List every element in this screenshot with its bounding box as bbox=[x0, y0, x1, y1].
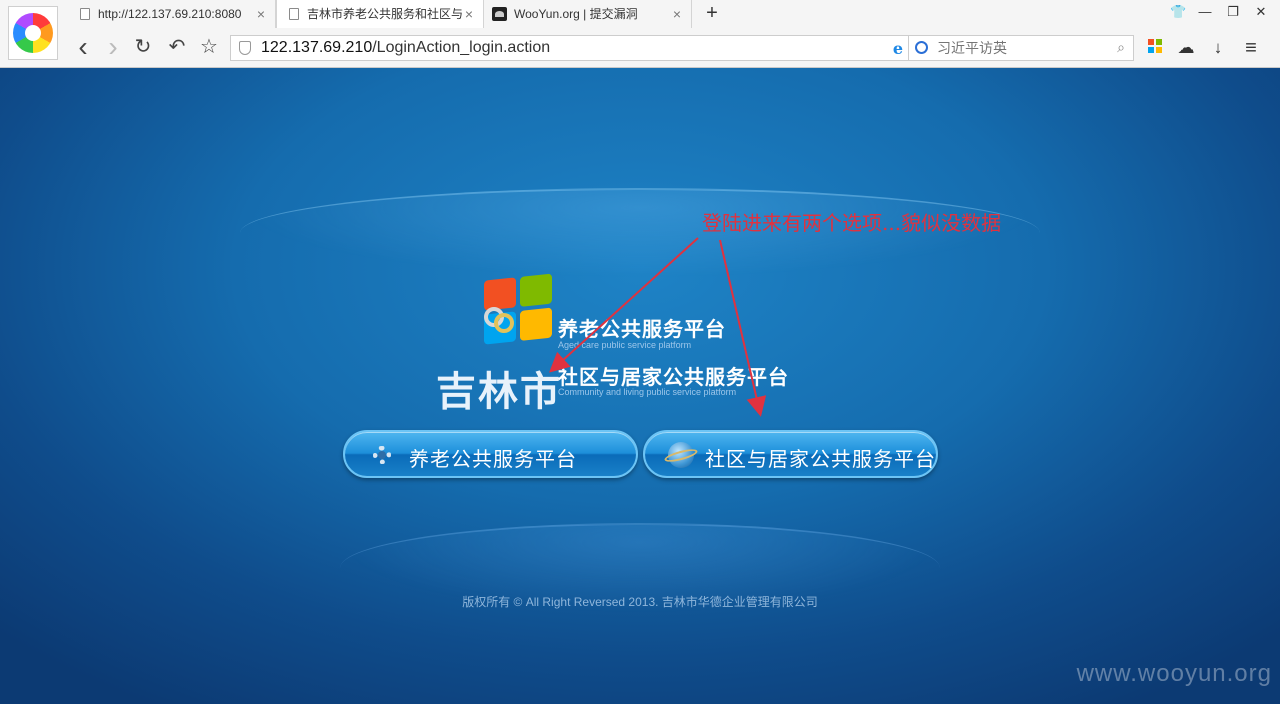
aged-platform-title: 养老公共服务平台 bbox=[558, 317, 726, 341]
wooyun-icon bbox=[492, 7, 507, 21]
flag-piece bbox=[520, 307, 552, 341]
keys-icon bbox=[482, 303, 518, 347]
ie-mode-icon[interactable]: e bbox=[893, 39, 903, 58]
maximize-button[interactable]: ❐ bbox=[1226, 4, 1240, 20]
city-name: 吉林市 bbox=[436, 370, 562, 414]
address-bar[interactable]: 122.137.69.210/LoginAction_login.action … bbox=[230, 35, 956, 61]
tile bbox=[1148, 39, 1154, 45]
search-engine-icon[interactable] bbox=[915, 41, 928, 54]
reload-button[interactable]: ↻ bbox=[130, 34, 156, 62]
favorite-button[interactable]: ☆ bbox=[196, 34, 222, 62]
tile bbox=[1156, 47, 1162, 53]
menu-icon[interactable]: ≡ bbox=[1238, 34, 1264, 62]
aged-care-platform-button[interactable]: 养老公共服务平台 bbox=[343, 430, 638, 478]
tab-label: 吉林市养老公共服务和社区与 bbox=[307, 7, 464, 21]
tab-ip-8080[interactable]: http://122.137.69.210:8080 × bbox=[68, 0, 276, 28]
community-platform-button[interactable]: 社区与居家公共服务平台 bbox=[643, 430, 938, 478]
back-button[interactable]: ‹ bbox=[70, 33, 96, 62]
download-icon[interactable]: ↓ bbox=[1205, 34, 1231, 62]
search-input[interactable] bbox=[937, 38, 1107, 58]
platform-logo: 养老公共服务平台 Aged care public service platfo… bbox=[436, 273, 816, 414]
browser-logo-icon[interactable] bbox=[8, 6, 58, 60]
search-box[interactable]: ⌕ bbox=[908, 35, 1134, 61]
aged-care-button-label: 养老公共服务平台 bbox=[409, 449, 577, 471]
tab-label: WooYun.org | 提交漏洞 bbox=[514, 7, 638, 21]
search-icon[interactable]: ⌕ bbox=[1117, 39, 1125, 56]
apps-grid-icon[interactable] bbox=[1148, 39, 1162, 53]
annotation-text: 登陆进来有两个选项...貌似没数据 bbox=[702, 211, 1002, 235]
community-platform-subtitle: Community and living public service plat… bbox=[558, 387, 737, 397]
page-icon bbox=[289, 8, 299, 20]
browser-chrome: http://122.137.69.210:8080 × 吉林市养老公共服务和社… bbox=[0, 0, 1280, 68]
tab-label: http://122.137.69.210:8080 bbox=[98, 7, 242, 21]
window-controls: 👕 — ❐ ✕ bbox=[1170, 4, 1268, 20]
url-path: /LoginAction_login.action bbox=[372, 39, 551, 56]
aged-platform-subtitle: Aged care public service platform bbox=[558, 340, 692, 350]
page-icon bbox=[80, 8, 90, 20]
close-icon[interactable]: × bbox=[465, 0, 473, 28]
cloud-icon[interactable]: ☁ bbox=[1173, 34, 1199, 62]
community-platform-title: 社区与居家公共服务平台 bbox=[558, 365, 789, 389]
tab-strip: http://122.137.69.210:8080 × 吉林市养老公共服务和社… bbox=[68, 0, 692, 28]
tab-jilin-platform[interactable]: 吉林市养老公共服务和社区与 × bbox=[276, 0, 484, 28]
tile bbox=[1148, 47, 1154, 53]
url-host: 122.137.69.210 bbox=[261, 39, 373, 56]
close-icon[interactable]: × bbox=[673, 0, 681, 28]
copyright-footer: 版权所有 © All Right Reversed 2013. 吉林市华德企业管… bbox=[462, 595, 818, 609]
close-icon[interactable]: × bbox=[257, 0, 265, 28]
community-button-label: 社区与居家公共服务平台 bbox=[705, 449, 936, 471]
tab-wooyun[interactable]: WooYun.org | 提交漏洞 × bbox=[484, 0, 692, 28]
wooyun-watermark: www.wooyun.org bbox=[1076, 660, 1272, 687]
tile bbox=[1156, 39, 1162, 45]
login-landing-page: 登陆进来有两个选项...貌似没数据 养老公共服务平台 Aged care pub… bbox=[0, 68, 1280, 704]
globe-icon bbox=[663, 440, 699, 470]
close-window-button[interactable]: ✕ bbox=[1254, 4, 1268, 20]
minimize-button[interactable]: — bbox=[1198, 4, 1212, 20]
skin-icon[interactable]: 👕 bbox=[1170, 4, 1186, 20]
forward-button[interactable]: › bbox=[100, 33, 126, 62]
nav-toolbar: ‹ › ↻ ↶ ☆ 122.137.69.210/LoginAction_log… bbox=[68, 30, 1280, 66]
new-tab-button[interactable]: + bbox=[700, 2, 724, 26]
undo-close-button[interactable]: ↶ bbox=[164, 34, 190, 62]
gear-icon bbox=[367, 441, 397, 469]
shield-icon[interactable] bbox=[239, 41, 251, 55]
url-text[interactable]: 122.137.69.210/LoginAction_login.action bbox=[261, 36, 550, 60]
flag-piece bbox=[520, 273, 552, 307]
